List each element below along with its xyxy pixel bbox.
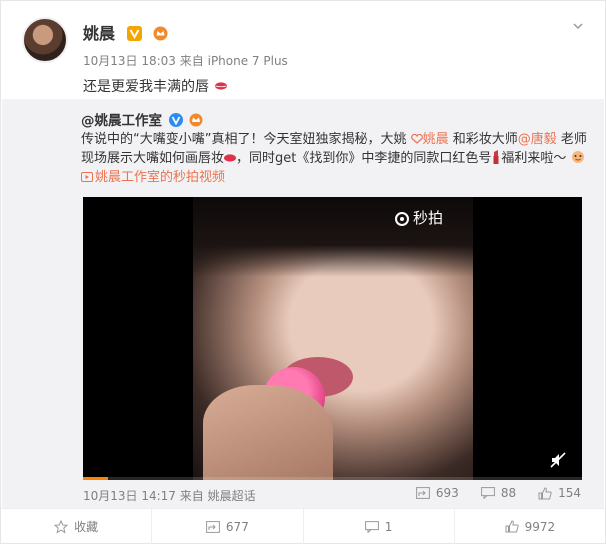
repost-like-count: 154 xyxy=(558,486,581,500)
repost-meta: 10月13日 14:17 来自 姚晨超话 xyxy=(83,487,256,504)
post-text: 还是更爱我丰满的唇 xyxy=(83,76,228,96)
repost-text-part: 福利来啦～ xyxy=(501,151,567,166)
repost-author-text[interactable]: @姚晨工作室 xyxy=(81,113,162,129)
verified-blue-v-icon xyxy=(168,113,183,127)
repost-source[interactable]: 姚晨超话 xyxy=(208,489,256,503)
repost-time[interactable]: 10月13日 14:17 xyxy=(83,489,176,503)
action-bar: 收藏 677 1 9972 xyxy=(1,508,605,544)
post-source-prefix: 来自 xyxy=(179,54,204,68)
video-progress-bar[interactable] xyxy=(83,477,582,480)
post-meta: 10月13日 18:03 来自 iPhone 7 Plus xyxy=(83,52,288,69)
weibo-card: 姚晨 10月13日 18:03 来自 iPhone 7 Plus 还是更爱我丰满… xyxy=(0,0,606,544)
post-text-body: 还是更爱我丰满的唇 xyxy=(83,79,209,95)
star-icon xyxy=(54,519,69,534)
favorite-button[interactable]: 收藏 xyxy=(1,509,153,544)
miaopai-watermark: 秒拍 xyxy=(394,207,443,228)
miaopai-label: 秒拍 xyxy=(412,209,443,227)
post-source: iPhone 7 Plus xyxy=(207,54,288,68)
post-time[interactable]: 10月13日 18:03 xyxy=(83,54,176,68)
lips-icon xyxy=(224,154,237,162)
repost-count: 677 xyxy=(225,519,249,534)
mute-icon[interactable] xyxy=(550,452,566,468)
repost-text-part: ，同时get《找到你》中李捷的同款口红色号 xyxy=(236,151,492,166)
repost-comment-count: 88 xyxy=(500,486,517,500)
avatar[interactable] xyxy=(22,17,68,63)
repost-forward-stat[interactable]: 693 xyxy=(416,486,459,500)
comment-icon xyxy=(480,487,495,499)
repost-text: 传说中的“大嘴变小嘴”真相了！今天室妞独家揭秘，大姚 姚晨 和彩妆大师@唐毅 老… xyxy=(81,130,593,187)
lips-icon xyxy=(215,82,228,90)
member-crown-icon xyxy=(189,113,203,127)
repost-author[interactable]: @姚晨工作室 xyxy=(81,109,203,129)
chevron-down-icon[interactable] xyxy=(573,21,583,31)
repost-button[interactable]: 677 xyxy=(152,509,304,544)
like-count: 9972 xyxy=(524,519,556,534)
comment-button[interactable]: 1 xyxy=(304,509,455,544)
heart-icon xyxy=(410,133,423,144)
repost-forward-count: 693 xyxy=(435,486,459,500)
repost-like-stat[interactable]: 154 xyxy=(538,486,581,500)
video-link[interactable]: 姚晨工作室的秒拍视频 xyxy=(95,170,225,185)
mention-yaochen[interactable]: 姚晨 xyxy=(423,132,449,147)
thumbs-up-icon xyxy=(538,486,552,499)
repost-source-prefix: 来自 xyxy=(179,489,204,503)
forward-icon xyxy=(416,487,430,499)
forward-icon xyxy=(206,520,220,533)
repost-comment-stat[interactable]: 88 xyxy=(480,486,517,500)
repost-text-part: 和彩妆大师 xyxy=(448,132,518,147)
comment-count: 1 xyxy=(384,519,393,534)
verified-v-icon xyxy=(126,26,142,41)
video-link-icon xyxy=(81,172,93,182)
video-frame-hand xyxy=(203,385,333,480)
miaopai-icon xyxy=(394,212,409,226)
comment-icon xyxy=(364,520,379,533)
mention-tangyi[interactable]: @唐毅 xyxy=(518,132,557,147)
like-button[interactable]: 9972 xyxy=(455,509,605,544)
video-player[interactable]: 秒拍 xyxy=(83,197,582,480)
repost-text-part: 传说中的“大嘴变小嘴”真相了！今天室妞独家揭秘，大姚 xyxy=(81,132,411,147)
author-name[interactable]: 姚晨 xyxy=(83,20,168,44)
favorite-label: 收藏 xyxy=(74,520,99,534)
video-progress-fill xyxy=(83,477,108,480)
author-name-text[interactable]: 姚晨 xyxy=(83,24,115,43)
cute-face-icon xyxy=(572,151,585,163)
repost-stats: 693 88 154 xyxy=(416,486,581,500)
thumbs-up-icon xyxy=(505,520,519,533)
member-crown-icon xyxy=(153,26,168,41)
lipstick-icon xyxy=(493,150,499,164)
